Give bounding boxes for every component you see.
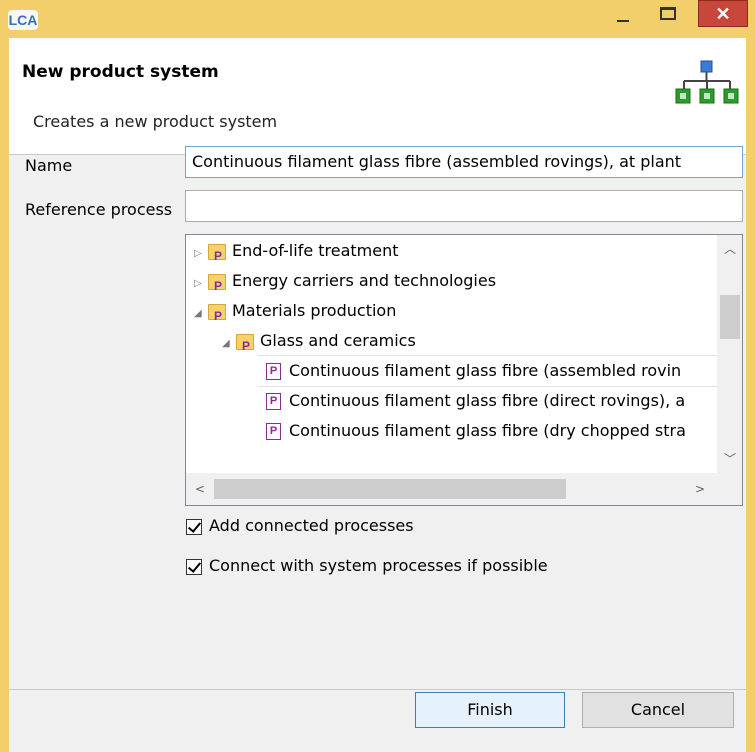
process-icon: P — [266, 393, 281, 410]
cancel-button[interactable]: Cancel — [582, 692, 734, 728]
process-icon: P — [266, 363, 281, 380]
process-folder-icon — [208, 241, 226, 271]
scroll-up-icon[interactable]: ︿ — [722, 241, 738, 257]
tree-item-materials-production[interactable]: ◢ Materials production — [194, 296, 397, 331]
expand-arrow-icon[interactable]: ▷ — [194, 239, 208, 269]
tree-item-label: Materials production — [232, 301, 397, 320]
vertical-scrollbar[interactable]: ︿ ﹀ — [717, 235, 742, 473]
collapse-arrow-icon[interactable]: ◢ — [222, 329, 236, 359]
tree-item-label: Continuous filament glass fibre (dry cho… — [289, 421, 686, 440]
tree-item-end-of-life[interactable]: ▷ End-of-life treatment — [194, 236, 399, 271]
dialog-body: New product system Creates a new product… — [9, 38, 746, 752]
footer-separator — [9, 689, 746, 690]
scroll-down-icon[interactable]: ﹀ — [722, 451, 738, 467]
page-title: New product system — [22, 62, 219, 82]
process-folder-icon — [236, 331, 254, 361]
tree-item-energy-carriers[interactable]: ▷ Energy carriers and technologies — [194, 266, 497, 301]
add-connected-label[interactable]: Add connected processes — [209, 516, 414, 535]
process-folder-icon — [208, 301, 226, 331]
vertical-scroll-thumb[interactable] — [720, 295, 740, 339]
wizard-header: New product system Creates a new product… — [9, 38, 746, 155]
horizontal-scrollbar[interactable]: < > — [186, 473, 742, 505]
minimize-button[interactable] — [600, 0, 646, 30]
connect-system-label[interactable]: Connect with system processes if possibl… — [209, 556, 548, 575]
title-bar[interactable]: LCA ✕ — [0, 0, 755, 38]
tree-item-process[interactable]: P Continuous filament glass fibre (dry ch… — [266, 416, 686, 446]
tree-item-label: Continuous filament glass fibre (assembl… — [289, 361, 682, 380]
scrollbar-corner — [717, 473, 742, 505]
close-button[interactable]: ✕ — [698, 0, 748, 27]
process-icon: P — [266, 423, 281, 440]
collapse-arrow-icon[interactable]: ◢ — [194, 299, 208, 329]
maximize-button[interactable] — [646, 0, 692, 30]
tree-item-glass-ceramics[interactable]: ◢ Glass and ceramics — [222, 326, 416, 361]
add-connected-checkbox[interactable] — [186, 519, 202, 535]
tree-item-label: End-of-life treatment — [232, 241, 399, 260]
tree-item-label: Energy carriers and technologies — [232, 271, 497, 290]
scroll-right-icon[interactable]: > — [692, 481, 708, 497]
connect-system-checkbox[interactable] — [186, 559, 202, 575]
process-folder-icon — [208, 271, 226, 301]
reference-process-label: Reference process — [25, 200, 173, 219]
name-input[interactable]: Continuous filament glass fibre (assembl… — [185, 146, 743, 178]
expand-arrow-icon[interactable]: ▷ — [194, 269, 208, 299]
tree-item-process[interactable]: P Continuous filament glass fibre (direct… — [266, 386, 685, 416]
name-label: Name — [25, 156, 73, 175]
finish-button[interactable]: Finish — [415, 692, 565, 728]
process-tree[interactable]: ▷ End-of-life treatment ▷ Energy carriers … — [185, 234, 743, 506]
dialog-window: LCA ✕ New product system Creates a new p… — [0, 0, 755, 752]
app-logo-icon: LCA — [8, 10, 38, 30]
horizontal-scroll-thumb[interactable] — [214, 479, 566, 499]
tree-item-process-selected[interactable]: P Continuous filament glass fibre (assemb… — [258, 355, 724, 387]
product-system-tree-icon — [675, 60, 739, 104]
scroll-left-icon[interactable]: < — [192, 481, 208, 497]
tree-item-label: Glass and ceramics — [260, 331, 416, 350]
reference-process-input[interactable] — [185, 190, 743, 222]
tree-item-label: Continuous filament glass fibre (direct … — [289, 391, 686, 410]
page-description: Creates a new product system — [33, 112, 278, 131]
